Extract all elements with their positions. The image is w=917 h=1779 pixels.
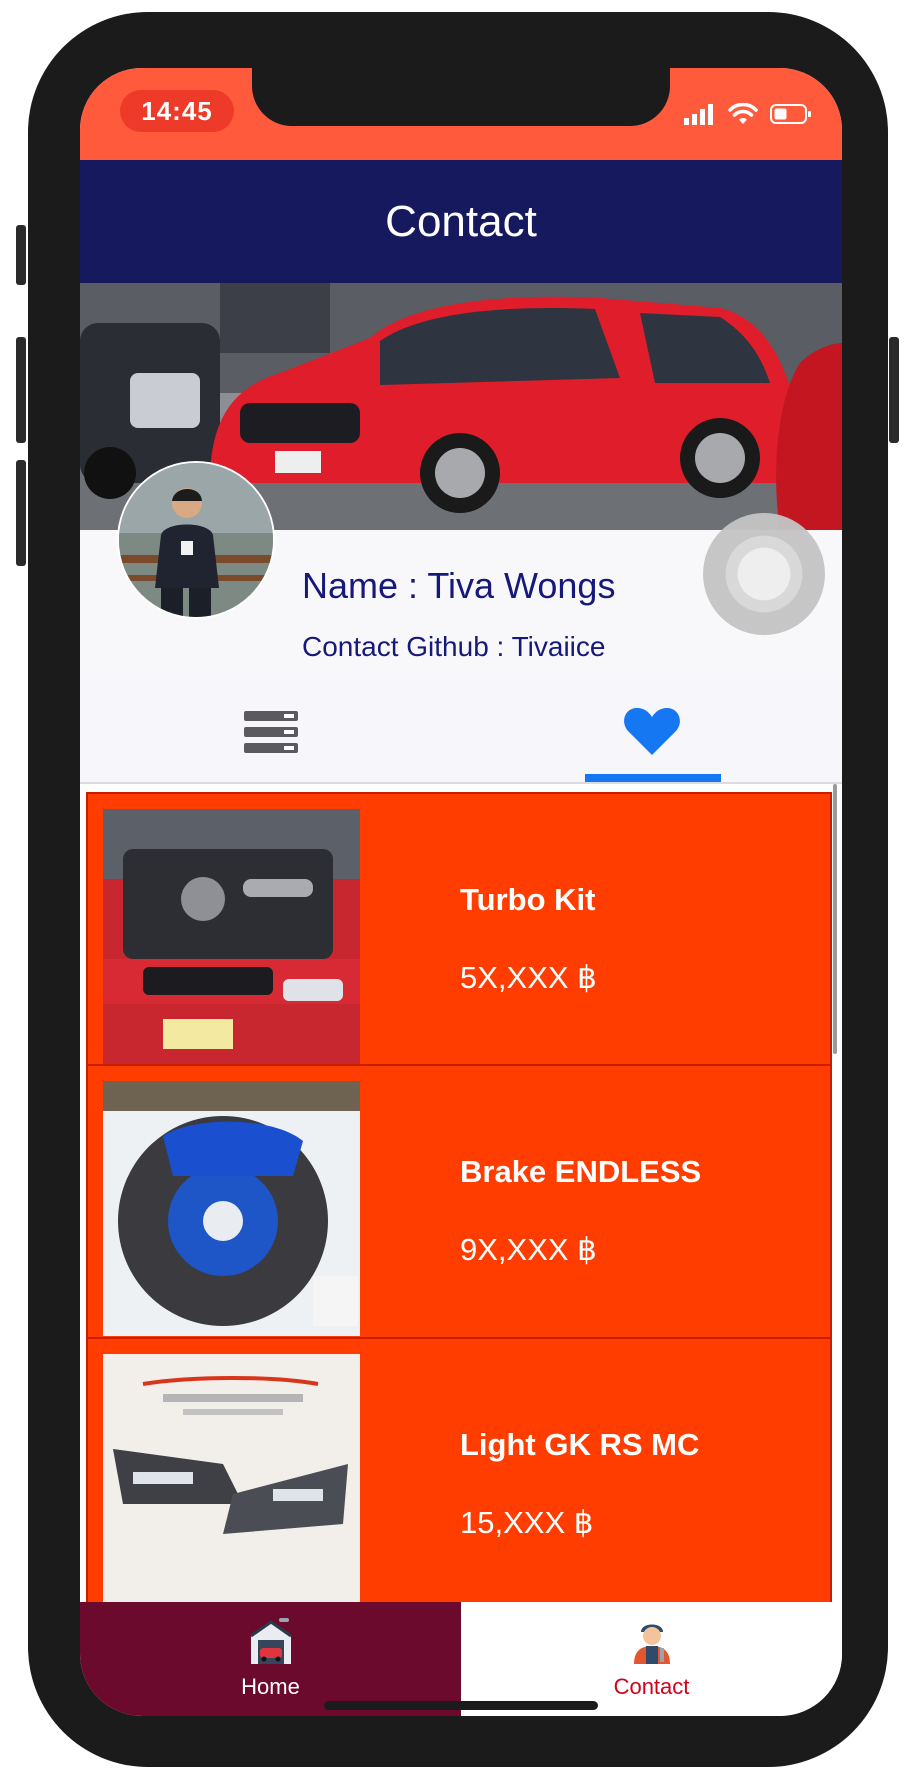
item-image-headlights xyxy=(103,1354,360,1602)
status-time: 14:45 xyxy=(120,90,234,132)
item-image-brake-caliper xyxy=(103,1081,360,1336)
wifi-icon xyxy=(728,103,758,124)
app-bar: Contact xyxy=(80,160,842,283)
list-icon xyxy=(243,710,298,753)
home-indicator xyxy=(324,1701,598,1710)
favorites-list[interactable]: Turbo Kit 5X,XXX ฿ Brake ENDLESS 9X,XXX … xyxy=(80,784,842,1602)
item-price: 9X,XXX ฿ xyxy=(460,1232,597,1267)
list-item-turbo-kit[interactable]: Turbo Kit 5X,XXX ฿ xyxy=(86,792,832,1077)
list-scrollbar[interactable] xyxy=(833,784,837,1054)
item-image-engine-bay xyxy=(103,809,360,1064)
tab-list[interactable] xyxy=(80,681,461,782)
heart-icon xyxy=(623,707,680,755)
volume-down-button xyxy=(16,460,26,566)
notch xyxy=(252,68,670,126)
bottom-navigation: Home Contact xyxy=(80,1602,842,1716)
signal-icon xyxy=(684,104,713,125)
item-title: Brake ENDLESS xyxy=(460,1154,702,1189)
item-title: Light GK RS MC xyxy=(460,1427,700,1462)
app-screen: 14:45 Contact Name: Tiva Wongs Contact … xyxy=(80,68,842,1716)
status-bar: 14:45 xyxy=(80,68,842,160)
battery-icon xyxy=(770,104,811,124)
tab-favorites[interactable] xyxy=(461,681,842,782)
tab-bar xyxy=(80,681,842,784)
profile-github[interactable]: Contact Github : Tivaiice xyxy=(302,631,605,663)
list-item-light-gk-rs-mc[interactable]: Light GK RS MC 15,XXX ฿ xyxy=(86,1337,832,1602)
garage-icon xyxy=(249,1618,292,1664)
item-price: 5X,XXX ฿ xyxy=(460,960,597,995)
profile-name: Name : Tiva Wongs xyxy=(302,565,616,606)
volume-up-button xyxy=(16,337,26,443)
page-title: Contact xyxy=(385,196,537,246)
nav-contact[interactable]: Contact xyxy=(461,1602,842,1716)
status-icons xyxy=(684,102,812,126)
floating-action-button[interactable] xyxy=(703,513,825,635)
nav-home[interactable]: Home xyxy=(80,1602,461,1716)
mute-switch xyxy=(16,225,26,285)
power-button xyxy=(889,337,899,443)
list-item-brake-endless[interactable]: Brake ENDLESS 9X,XXX ฿ xyxy=(86,1064,832,1349)
tab-indicator xyxy=(585,774,721,782)
nav-home-label: Home xyxy=(241,1674,300,1699)
item-title: Turbo Kit xyxy=(460,882,596,917)
item-price: 15,XXX ฿ xyxy=(460,1505,594,1540)
profile-avatar xyxy=(117,461,275,619)
mechanic-icon xyxy=(633,1624,670,1664)
nav-contact-label: Contact xyxy=(613,1674,690,1699)
